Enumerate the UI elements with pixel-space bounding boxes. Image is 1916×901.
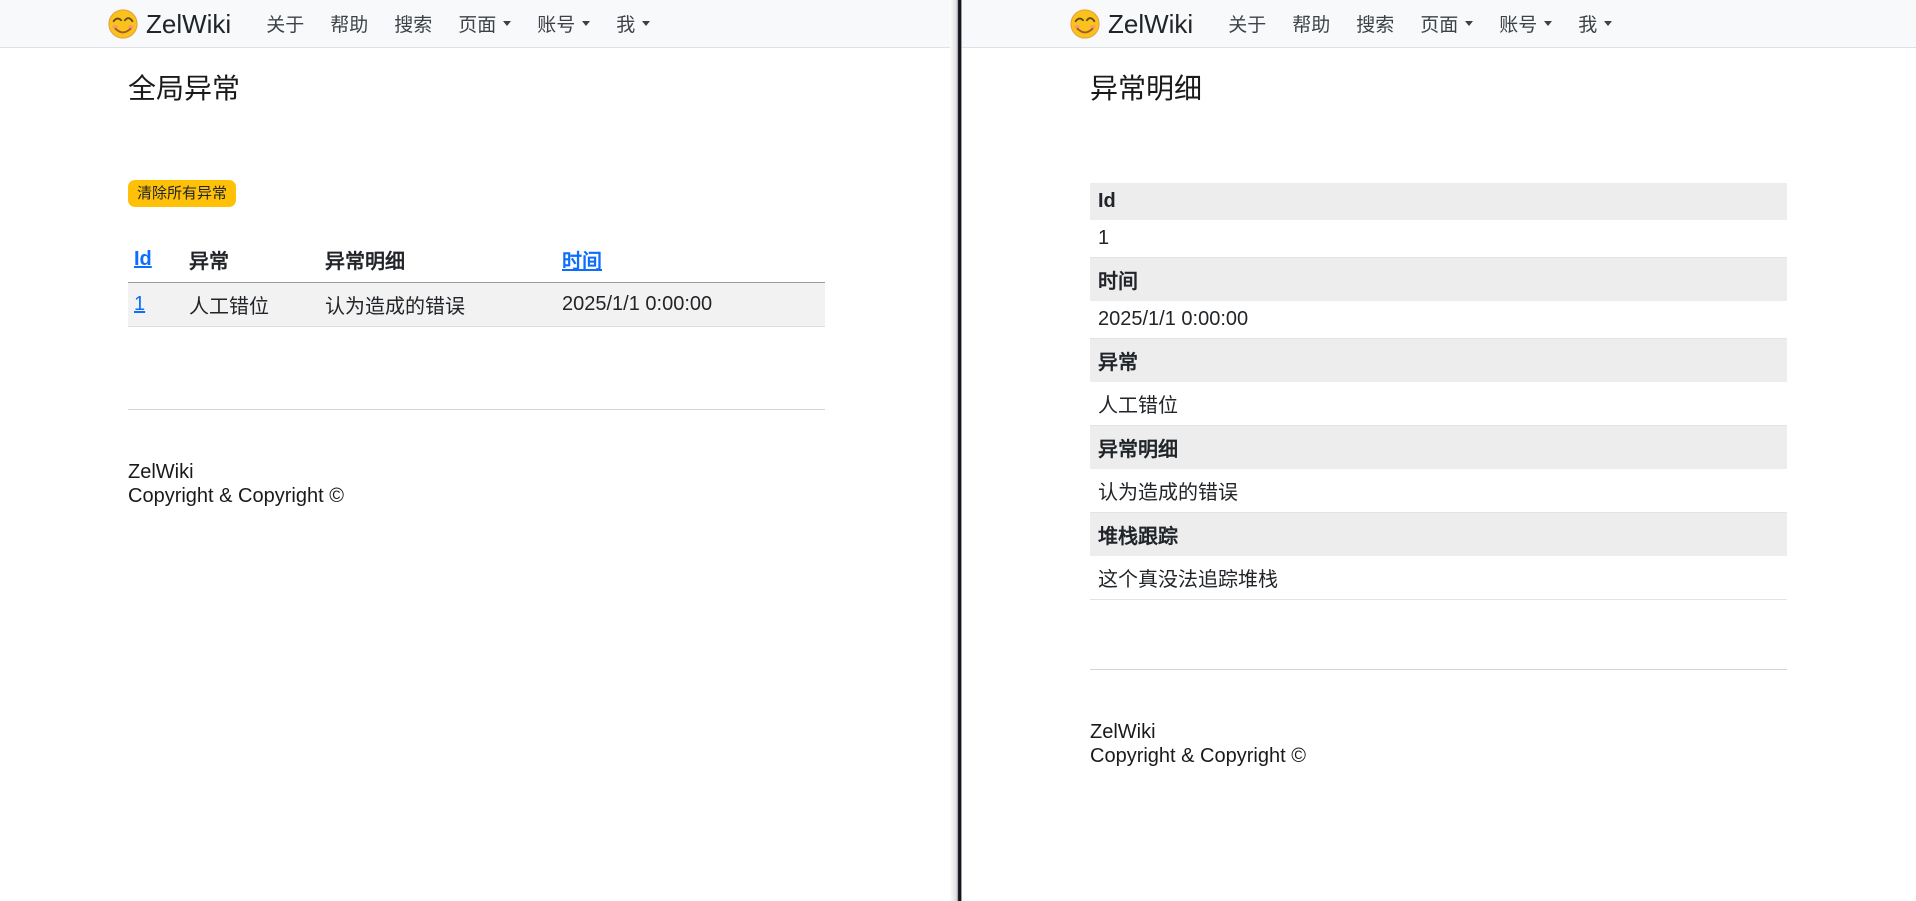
row-time-cell: 2025/1/1 0:00:00: [556, 283, 825, 327]
nav-item-pages-dropdown[interactable]: 页面: [1410, 2, 1483, 45]
nav-item-label: 页面: [458, 10, 496, 37]
nav-item-label: 账号: [1499, 10, 1537, 37]
exception-detail-list: Id 1 时间 2025/1/1 0:00:00 异常 人工错位 异常明细 认为…: [1090, 183, 1787, 600]
exceptions-table: Id 异常 异常明细 时间 1 人工错位 认为造成的错误 2025/1/1 0:…: [128, 241, 825, 327]
page-title: 全局异常: [128, 72, 825, 106]
footer: ZelWiki Copyright & Copyright ©: [128, 460, 825, 508]
left-page-content: 全局异常 清除所有异常 Id 异常 异常明细 时间 1 人工错位 认为造成的错误…: [128, 48, 825, 508]
caret-down-icon: [582, 21, 590, 30]
window-divider: [950, 0, 962, 901]
nav-item-label: 我: [616, 10, 635, 37]
brand-link[interactable]: ZelWiki: [108, 9, 231, 39]
row-id-cell: 1: [128, 283, 183, 327]
column-header-time: 时间: [556, 241, 825, 283]
nav-item-about[interactable]: 关于: [256, 2, 314, 45]
nav-item-help[interactable]: 帮助: [320, 2, 378, 45]
navbar: ZelWiki 关于 帮助 搜索 页面 账号 我: [962, 0, 1916, 48]
smiley-face-icon: [108, 9, 138, 39]
footer-brand: ZelWiki: [1090, 720, 1787, 744]
right-page-content: 异常明细 Id 1 时间 2025/1/1 0:00:00 异常 人工错位 异常…: [1090, 48, 1787, 768]
field-label-exception: 异常: [1090, 339, 1787, 382]
nav-item-label: 搜索: [1356, 10, 1394, 37]
brand-link[interactable]: ZelWiki: [1070, 9, 1193, 39]
table-header-row: Id 异常 异常明细 时间: [128, 241, 825, 283]
nav-item-help[interactable]: 帮助: [1282, 2, 1340, 45]
field-label-time: 时间: [1090, 258, 1787, 301]
caret-down-icon: [1544, 21, 1552, 30]
clear-all-exceptions-button[interactable]: 清除所有异常: [128, 180, 236, 207]
nav-links: 关于 帮助 搜索 页面 账号 我: [1215, 2, 1625, 45]
row-detail-cell: 认为造成的错误: [319, 283, 556, 327]
field-value-time: 2025/1/1 0:00:00: [1090, 301, 1787, 339]
nav-item-label: 搜索: [394, 10, 432, 37]
nav-links: 关于 帮助 搜索 页面 账号 我: [253, 2, 663, 45]
footer-copyright: Copyright & Copyright ©: [128, 484, 825, 508]
footer-copyright: Copyright & Copyright ©: [1090, 744, 1787, 768]
page-title: 异常明细: [1090, 72, 1787, 106]
sort-by-id-link[interactable]: Id: [134, 248, 152, 270]
field-label-id: Id: [1090, 183, 1787, 220]
brand-name: ZelWiki: [1108, 11, 1193, 37]
field-value-exception: 人工错位: [1090, 382, 1787, 426]
nav-item-me-dropdown[interactable]: 我: [1568, 2, 1622, 45]
nav-item-search[interactable]: 搜索: [1346, 2, 1404, 45]
nav-item-label: 我: [1578, 10, 1597, 37]
nav-item-label: 关于: [1228, 10, 1266, 37]
nav-item-me-dropdown[interactable]: 我: [606, 2, 660, 45]
footer: ZelWiki Copyright & Copyright ©: [1090, 720, 1787, 768]
left-browser-window: ZelWiki 关于 帮助 搜索 页面 账号 我 全局异常 清除所有异常 Id …: [0, 0, 950, 901]
nav-item-pages-dropdown[interactable]: 页面: [448, 2, 521, 45]
nav-item-label: 账号: [537, 10, 575, 37]
brand-name: ZelWiki: [146, 11, 231, 37]
sort-by-time-link[interactable]: 时间: [562, 251, 602, 273]
content-divider: [1090, 669, 1787, 670]
content-divider: [128, 409, 825, 410]
row-id-link[interactable]: 1: [134, 293, 145, 315]
field-value-id: 1: [1090, 220, 1787, 258]
nav-item-label: 帮助: [330, 10, 368, 37]
column-header-exception: 异常: [183, 241, 319, 283]
right-browser-window: ZelWiki 关于 帮助 搜索 页面 账号 我 异常明细 Id 1 时间 20…: [962, 0, 1916, 901]
table-row: 1 人工错位 认为造成的错误 2025/1/1 0:00:00: [128, 283, 825, 327]
navbar: ZelWiki 关于 帮助 搜索 页面 账号 我: [0, 0, 950, 48]
smiley-face-icon: [1070, 9, 1100, 39]
nav-item-label: 关于: [266, 10, 304, 37]
nav-item-about[interactable]: 关于: [1218, 2, 1276, 45]
nav-item-label: 帮助: [1292, 10, 1330, 37]
field-label-stacktrace: 堆栈跟踪: [1090, 513, 1787, 556]
nav-item-account-dropdown[interactable]: 账号: [527, 2, 600, 45]
column-header-detail: 异常明细: [319, 241, 556, 283]
caret-down-icon: [503, 21, 511, 30]
field-value-stacktrace: 这个真没法追踪堆栈: [1090, 556, 1787, 600]
nav-item-account-dropdown[interactable]: 账号: [1489, 2, 1562, 45]
nav-item-search[interactable]: 搜索: [384, 2, 442, 45]
field-label-detail: 异常明细: [1090, 426, 1787, 469]
footer-brand: ZelWiki: [128, 460, 825, 484]
caret-down-icon: [1465, 21, 1473, 30]
row-exception-cell: 人工错位: [183, 283, 319, 327]
nav-item-label: 页面: [1420, 10, 1458, 37]
caret-down-icon: [642, 21, 650, 30]
column-header-id: Id: [128, 241, 183, 283]
field-value-detail: 认为造成的错误: [1090, 469, 1787, 513]
caret-down-icon: [1604, 21, 1612, 30]
